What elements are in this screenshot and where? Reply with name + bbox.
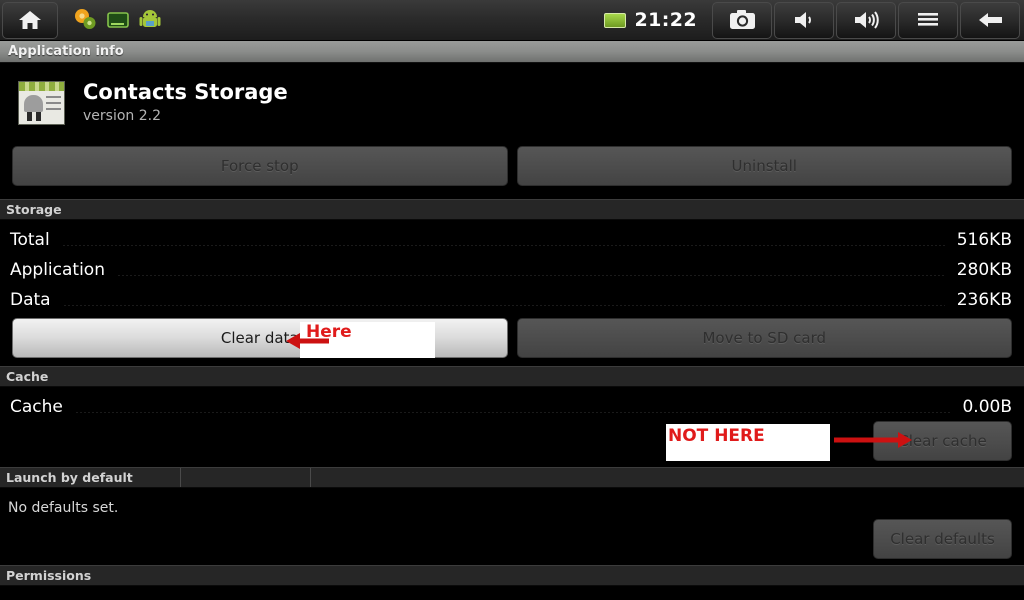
system-status-bar: 21:22: [0, 0, 1024, 41]
android-settings-screen: 21:22 Application info Contacts Storage …: [0, 0, 1024, 600]
cache-row: Cache 0.00B: [0, 392, 1024, 422]
header-divider: [180, 468, 181, 487]
uninstall-button[interactable]: Uninstall: [516, 146, 1012, 186]
permissions-section-header: Permissions: [0, 565, 1024, 586]
arrow-left-icon: [978, 13, 1002, 27]
permissions-header-label: Permissions: [6, 568, 92, 583]
storage-row-data: Data 236KB: [0, 285, 1024, 315]
row-value: 0.00B: [962, 397, 1012, 417]
row-label: Data: [10, 290, 51, 310]
volume-low-icon: [794, 12, 811, 28]
not-here-annotation-label: NOT HERE: [668, 426, 765, 446]
clear-defaults-button[interactable]: Clear defaults: [873, 519, 1012, 559]
launch-by-default-header-label: Launch by default: [6, 470, 133, 485]
menu-button[interactable]: [898, 1, 958, 39]
force-stop-button[interactable]: Force stop: [12, 146, 508, 186]
camera-icon: [729, 10, 755, 29]
home-icon: [19, 11, 41, 29]
storage-row-total: Total 516KB: [0, 225, 1024, 255]
settings-gears-icon: [73, 7, 99, 33]
storage-row-application: Application 280KB: [0, 255, 1024, 285]
leader-dots: [74, 411, 951, 413]
hamburger-menu-icon: [918, 13, 938, 26]
notification-tray-icons: [73, 7, 163, 33]
storage-action-buttons: Clear data Move to SD card: [12, 318, 1012, 358]
header-divider: [310, 468, 311, 487]
no-defaults-text: No defaults set.: [8, 500, 119, 516]
app-name: Contacts Storage: [83, 80, 288, 104]
row-value: 280KB: [956, 260, 1012, 280]
cache-header-label: Cache: [6, 369, 49, 384]
move-to-sd-card-button[interactable]: Move to SD card: [516, 318, 1012, 358]
clock: 21:22: [634, 9, 697, 31]
launch-by-default-section-header: Launch by default: [0, 467, 1024, 488]
leader-dots: [117, 274, 945, 276]
page-title: Application info: [8, 44, 124, 59]
app-action-buttons: Force stop Uninstall: [12, 146, 1012, 186]
status-bar-right: 21:22: [603, 1, 1024, 39]
storage-header-label: Storage: [6, 202, 62, 217]
row-label: Cache: [10, 397, 63, 417]
volume-high-icon: [854, 11, 879, 29]
row-label: Total: [10, 230, 50, 250]
row-value: 516KB: [956, 230, 1012, 250]
not-here-arrow-icon: [834, 432, 912, 448]
screenshot-button[interactable]: [712, 1, 772, 39]
home-button[interactable]: [2, 1, 58, 39]
row-value: 236KB: [956, 290, 1012, 310]
back-button[interactable]: [960, 1, 1020, 39]
row-label: Application: [10, 260, 105, 280]
volume-down-button[interactable]: [774, 1, 834, 39]
battery-icon: [603, 12, 626, 28]
leader-dots: [62, 304, 945, 306]
app-icon: [18, 81, 65, 125]
android-robot-icon: [137, 7, 163, 33]
leader-dots: [61, 244, 945, 246]
page-title-bar: Application info: [0, 41, 1024, 63]
cache-section-header: Cache: [0, 366, 1024, 387]
app-version: version 2.2: [83, 108, 161, 124]
here-annotation-label: Here: [306, 322, 352, 342]
volume-up-button[interactable]: [836, 1, 896, 39]
storage-section-header: Storage: [0, 199, 1024, 220]
app-header: Contacts Storage version 2.2: [0, 63, 1024, 143]
terminal-screen-icon: [105, 7, 131, 33]
